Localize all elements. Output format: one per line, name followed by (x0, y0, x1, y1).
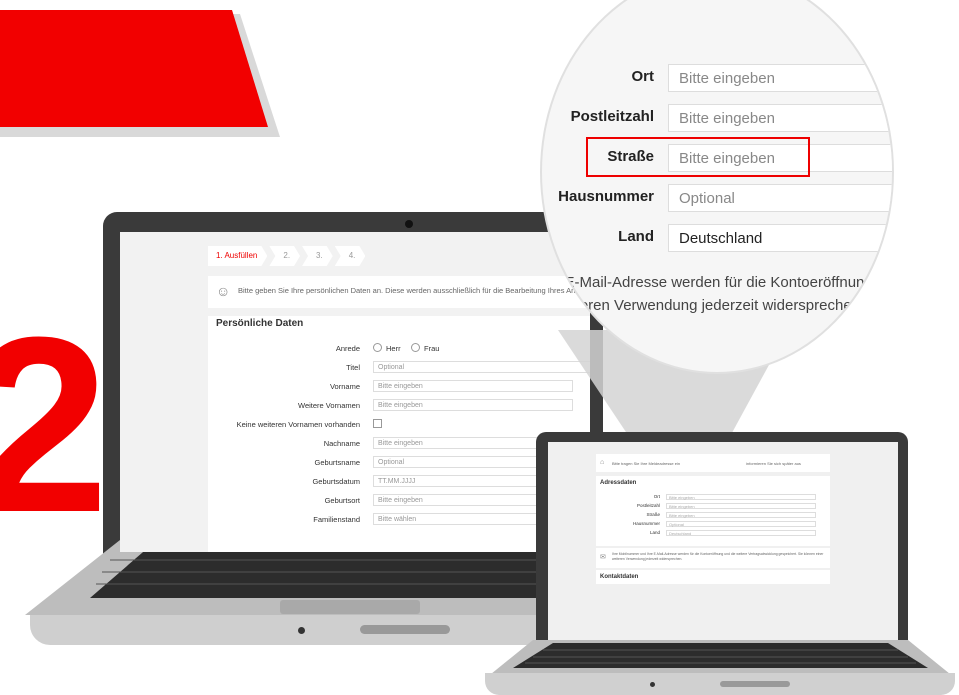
keine-vornamen-row: Keine weiteren Vornamen vorhanden (208, 418, 590, 432)
radio-frau[interactable] (411, 343, 420, 352)
small-row: Ort Bitte eingeben (596, 494, 826, 501)
field-label: Hausnummer (558, 188, 654, 205)
notice-line-1: e E-Mail-Adresse werden für die Kontoerö… (552, 274, 873, 291)
titel-row: Titel Optional ▾ (208, 361, 590, 375)
mag-input-wrap: Bitte eingeben (668, 104, 892, 132)
camera-icon (405, 220, 413, 228)
small-label: Postleitzahl (636, 503, 660, 508)
anrede-label: Anrede (335, 344, 360, 353)
field-label: Titel (346, 363, 360, 372)
step-number: 2 (0, 285, 110, 564)
nachname-row: Nachname Bitte eingeben (208, 437, 590, 451)
step-1[interactable]: 1. Ausfüllen (208, 246, 267, 266)
highlight-frame (586, 137, 810, 177)
mag-row-hausnummer: Hausnummer (542, 184, 654, 212)
radio-herr-label[interactable]: Herr (386, 344, 401, 353)
person-icon: ☺ (216, 283, 231, 299)
mag-input-wrap: Bitte eingeben (668, 64, 892, 92)
small-notice-text: Ihre Mobilnummer und Ihre E-Mail-Adresse… (612, 552, 824, 561)
familienstand-row: Familienstand Bitte wählen (208, 513, 590, 527)
home-icon: ⌂ (600, 459, 605, 466)
radio-frau-label[interactable]: Frau (424, 344, 439, 353)
geburtsort-row: Geburtsort Bitte eingeben (208, 494, 590, 508)
small-notice: ✉ Ihre Mobilnummer und Ihre E-Mail-Adres… (596, 548, 830, 568)
anrede-row: Anrede Herr Frau (208, 342, 590, 356)
small-row: Hausnummer Optional (596, 521, 826, 528)
laptop-slot (360, 625, 450, 634)
mail-icon: ✉ (600, 554, 606, 561)
mag-row-ort: Ort (542, 64, 655, 92)
field-label: Postleitzahl (570, 108, 654, 125)
small-label: Land (649, 530, 660, 535)
field-label: Geburtsort (324, 496, 360, 505)
radio-herr[interactable] (373, 343, 382, 352)
small-label: Ort (653, 494, 660, 499)
postleitzahl-input[interactable]: Bitte eingeben (668, 104, 892, 132)
small-contact-card: Kontaktdaten (596, 570, 830, 584)
small-row: Straße Bitte eingeben (596, 512, 826, 519)
field-label: Nachname (323, 439, 360, 448)
notice-line-2: eiteren Verwendung jederzeit widersprech… (564, 297, 852, 314)
step-3[interactable]: 3. (302, 246, 333, 266)
info-text: Bitte geben Sie Ihre persönlichen Daten … (238, 286, 589, 295)
small-laptop-indicator (650, 682, 655, 687)
weitere-vornamen-input[interactable]: Bitte eingeben (373, 399, 573, 411)
small-row: Land Deutschland (596, 530, 826, 537)
step-4[interactable]: 4. (335, 246, 366, 266)
geburtsname-row: Geburtsname Optional (208, 456, 590, 470)
weitere-vornamen-row: Weitere Vornamen Bitte eingeben ? (208, 399, 590, 413)
field-label: Ort (631, 68, 655, 85)
small-land-select[interactable]: Deutschland (666, 530, 816, 536)
geburtsdatum-row: Geburtsdatum TT.MM.JJJJ (208, 475, 590, 489)
small-row: Postleitzahl Bitte eingeben (596, 503, 826, 510)
small-laptop-slot (720, 681, 790, 687)
land-select[interactable]: Deutschland (668, 224, 892, 252)
small-address-card: Adressdaten Ort Bitte eingeben Postleitz… (596, 476, 830, 546)
small-label: Hausnummer (632, 521, 660, 526)
small-label: Straße (646, 512, 660, 517)
field-label: Vorname (329, 382, 360, 391)
keine-vornamen-checkbox[interactable] (373, 419, 382, 428)
field-label: Weitere Vornamen (298, 401, 360, 410)
small-strasse-input[interactable]: Bitte eingeben (666, 512, 816, 518)
small-plz-input[interactable]: Bitte eingeben (666, 503, 816, 509)
laptop-screen: 1. Ausfüllen 2. 3. 4. ☺ Bitte geben Sie … (120, 232, 590, 552)
ort-input[interactable]: Bitte eingeben (668, 64, 892, 92)
field-label: Familienstand (313, 515, 360, 524)
personal-data-card: Persönliche Daten Anrede Herr Frau Titel… (208, 316, 590, 552)
field-label: Land (618, 228, 654, 245)
info-bar: ☺ Bitte geben Sie Ihre persönlichen Date… (208, 276, 590, 308)
small-info-text: Bitte tragen Sie Ihre Meldeadresse ein (612, 461, 681, 466)
mag-input-wrap: Optional (668, 184, 892, 212)
vorname-input[interactable]: Bitte eingeben (373, 380, 573, 392)
step-2[interactable]: 2. (269, 246, 300, 266)
mag-row-land: Land (542, 224, 654, 252)
titel-select[interactable]: Optional (373, 361, 590, 373)
mag-input-wrap: Deutschland (668, 224, 892, 252)
hausnummer-input[interactable]: Optional (668, 184, 892, 212)
red-banner (0, 10, 268, 127)
small-hausnummer-input[interactable]: Optional (666, 521, 816, 527)
small-contact-title: Kontaktdaten (600, 574, 639, 580)
laptop-indicator (298, 627, 305, 634)
vorname-row: Vorname Bitte eingeben ? (208, 380, 590, 394)
small-ort-input[interactable]: Bitte eingeben (666, 494, 816, 500)
small-info-bar: ⌂ Bitte tragen Sie Ihre Meldeadresse ein… (596, 454, 830, 472)
section-title: Persönliche Daten (216, 318, 304, 329)
field-label: Geburtsname (314, 458, 360, 467)
field-label: Geburtsdatum (312, 477, 360, 486)
mag-row-plz: Postleitzahl (542, 104, 654, 132)
progress-steps: 1. Ausfüllen 2. 3. 4. (208, 246, 367, 266)
field-label: Keine weiteren Vornamen vorhanden (236, 420, 360, 429)
small-info-text-right: informieren Sie sich später aus (746, 461, 801, 466)
small-laptop-screen: ⌂ Bitte tragen Sie Ihre Meldeadresse ein… (548, 442, 898, 662)
small-section-title: Adressdaten (600, 480, 637, 486)
